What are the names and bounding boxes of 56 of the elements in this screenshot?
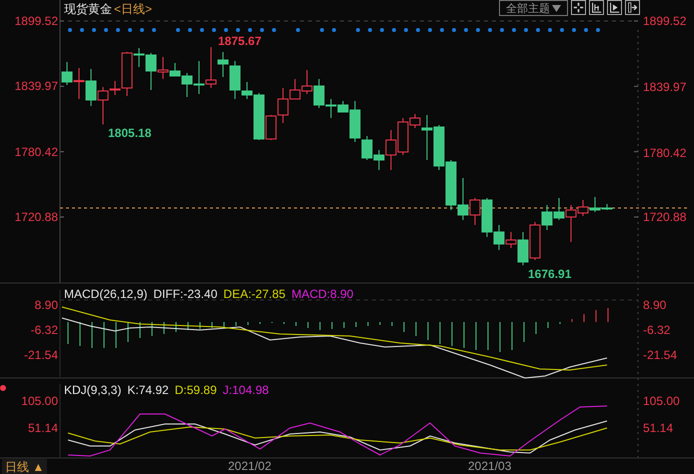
candle [86,68,96,106]
candle [74,68,84,100]
macd-axis-label: 8.90 [643,297,666,313]
crosshair-button[interactable] [571,0,586,15]
price-axis-label: 1899.52 [643,13,686,29]
tick-mark [634,20,638,22]
price-axis-label: 1899.52 [14,13,58,29]
kdj-label: KDJ(9,3,3) [64,383,122,397]
kdj-axis-label: 105.00 [643,393,680,409]
candle [302,70,312,94]
period-button[interactable]: 日线 ▲ [2,459,48,474]
macd-label: MACD(26,12,9) [64,287,148,301]
date-label: 2021/02 [228,459,272,473]
kdj-axis-label: 105.00 [21,393,58,409]
j-value: J:104.98 [222,383,269,397]
candle [194,60,204,94]
price-axis-label: 1839.97 [643,79,686,95]
move-right-button[interactable] [625,0,640,15]
zoom-range-button[interactable] [589,0,604,15]
macd-axis-label: 8.90 [34,297,58,313]
date-label: 2021/03 [468,459,512,473]
caret-icon [552,4,561,12]
kdj-axis-label: 51.14 [643,420,674,436]
candle [434,124,444,170]
instrument-name: 现货黄金 [64,1,112,18]
candle [446,160,456,210]
dea-value: DEA:-27.85 [223,287,286,301]
d-value: D:59.89 [174,383,217,397]
price-annotation: 1676.91 [528,267,572,281]
tick-mark [60,216,64,218]
tick-mark [634,151,638,152]
tick-mark [60,151,64,152]
macd-axis-label: -21.54 [24,347,58,363]
tick-mark [634,216,638,218]
period-label[interactable]: <日线> [114,1,152,18]
price-axis-label: 1839.97 [14,78,58,94]
dot-icon [0,385,6,391]
price-axis-label: 1780.42 [14,144,58,160]
play-button[interactable] [607,0,622,15]
price-annotation: 1805.18 [108,126,152,140]
theme-dropdown[interactable]: 全部主题 [499,0,568,16]
macd-value: MACD:8.90 [291,287,354,301]
macd-axis-label: -6.32 [30,322,58,338]
tick-mark [60,20,64,22]
price-annotation: 1875.67 [218,34,262,48]
diff-value: DIFF:-23.40 [153,287,218,301]
k-value: K:74.92 [127,383,169,397]
macd-axis-label: -6.32 [643,322,670,338]
price-axis-label: 1720.88 [14,209,58,225]
price-axis-label: 1780.42 [643,145,686,161]
price-axis-label: 1720.88 [643,209,686,225]
tick-mark [60,86,64,87]
candle [62,62,72,86]
tick-mark [634,86,638,87]
macd-axis-label: -21.54 [643,347,678,363]
kdj-axis-label: 51.14 [28,420,58,436]
